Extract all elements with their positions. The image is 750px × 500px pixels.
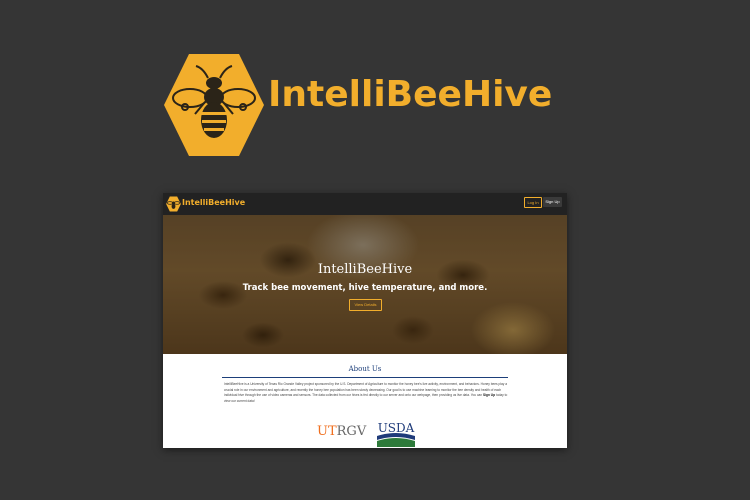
about-text-start: IntelliBeeHive is a University of Texas … (224, 382, 508, 397)
login-button[interactable]: Log In (524, 197, 542, 208)
navbar: IntelliBeeHive Log In Sign Up (163, 193, 567, 215)
signup-button[interactable]: Sign Up (543, 197, 562, 207)
view-details-button[interactable]: View Details (349, 299, 382, 311)
usda-text: USDA (378, 421, 415, 435)
hero-banner: IntelliBeeHive Track bee movement, hive … (163, 215, 567, 354)
usda-logo: USDA (377, 421, 415, 447)
hero-subtitle: Track bee movement, hive temperature, an… (242, 283, 488, 293)
about-title: About Us (348, 365, 382, 373)
about-signup-link[interactable]: Sign Up (483, 393, 495, 397)
brand-name: IntelliBeeHive (268, 74, 553, 115)
website-screenshot: IntelliBeeHive Log In Sign Up IntelliBee… (163, 193, 567, 448)
bee-hexagon-icon (164, 54, 264, 156)
nav-logo-icon[interactable] (166, 196, 181, 212)
hero-title: IntelliBeeHive (317, 262, 413, 277)
brand-logo: IntelliBeeHive (163, 52, 552, 158)
about-text: IntelliBeeHive is a University of Texas … (224, 382, 509, 404)
nav-site-name[interactable]: IntelliBeeHive (182, 198, 245, 207)
about-divider (222, 377, 508, 378)
utrgv-logo: UTRGV (317, 424, 367, 439)
